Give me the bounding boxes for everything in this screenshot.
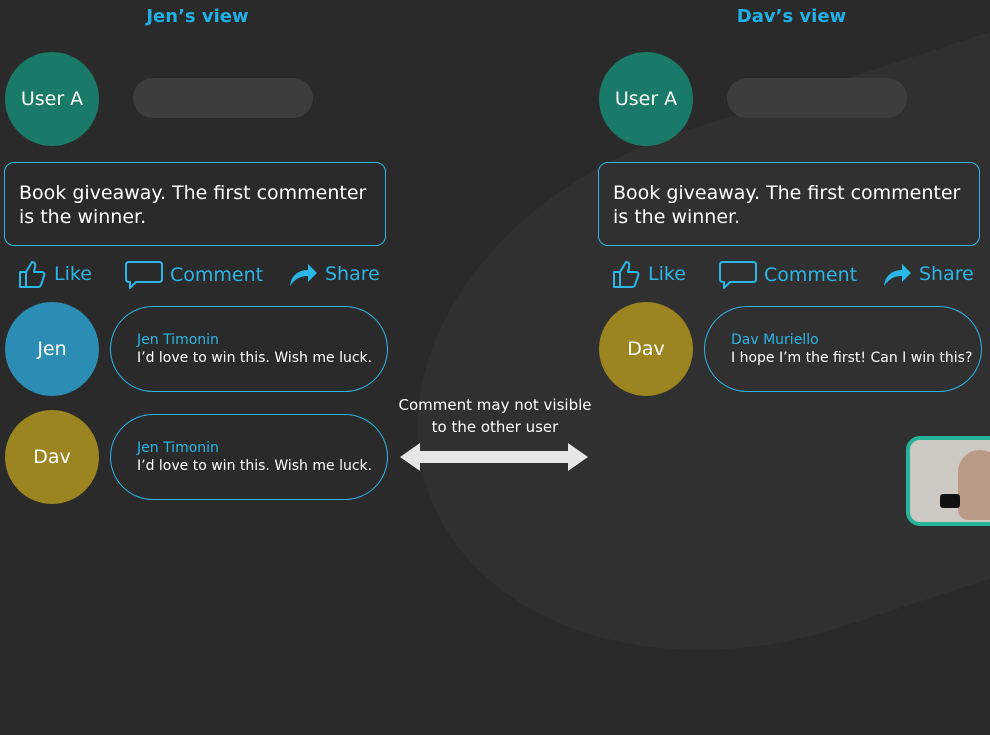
share-button[interactable]: Share — [881, 258, 974, 290]
like-label: Like — [648, 263, 686, 285]
name-placeholder-pill — [727, 78, 907, 118]
commenter-name[interactable]: Dav Muriello — [731, 331, 981, 349]
commenter-name[interactable]: Jen Timonin — [137, 331, 387, 349]
share-button[interactable]: Share — [287, 258, 380, 290]
name-placeholder-pill — [133, 78, 313, 118]
like-button[interactable]: Like — [16, 258, 92, 290]
presenter-face — [958, 450, 990, 520]
comment-button[interactable]: Comment — [718, 258, 857, 292]
comment-text: I’d love to win this. Wish me luck. — [137, 458, 373, 474]
note-line-2: to the other user — [431, 418, 559, 436]
double-arrow-icon — [400, 443, 588, 471]
comment-text: I hope I’m the first! Can I win this? — [731, 350, 973, 366]
comment-bubble: Jen Timonin I’d love to win this. Wish m… — [110, 414, 388, 500]
youtube-icon — [940, 494, 960, 508]
comment-label: Comment — [764, 264, 858, 286]
comment-label: Comment — [170, 264, 264, 286]
thumbs-up-icon — [610, 258, 642, 290]
thumbs-up-icon — [16, 258, 48, 290]
like-button[interactable]: Like — [610, 258, 686, 290]
comment-bubble: Jen Timonin I’d love to win this. Wish m… — [110, 306, 388, 392]
davs-view-panel: Dav’s view User A Book giveaway. The fir… — [598, 0, 990, 508]
user-a-avatar: User A — [5, 52, 99, 146]
post-actions: Like Comment Share — [598, 258, 985, 294]
post-content: Book giveaway. The first commenter is th… — [598, 162, 980, 246]
comment-bubble-icon — [718, 258, 758, 292]
comment-button[interactable]: Comment — [124, 258, 263, 292]
comment-text: I’d love to win this. Wish me luck. — [137, 350, 373, 366]
jen-avatar: Jen — [5, 302, 99, 396]
dav-avatar: Dav — [599, 302, 693, 396]
like-label: Like — [54, 263, 92, 285]
post-content: Book giveaway. The first commenter is th… — [4, 162, 386, 246]
view-title: Dav’s view — [736, 6, 847, 27]
jens-view-panel: Jen’s view User A Book giveaway. The fir… — [4, 0, 399, 508]
visibility-note: Comment may not visible to the other use… — [390, 394, 600, 438]
comment-bubble-icon — [124, 258, 164, 292]
commenter-name[interactable]: Jen Timonin — [137, 439, 387, 457]
share-arrow-icon — [287, 258, 319, 290]
note-line-1: Comment may not visible — [398, 396, 592, 414]
comment-bubble: Dav Muriello I hope I’m the first! Can I… — [704, 306, 982, 392]
share-label: Share — [325, 263, 380, 285]
user-a-avatar: User A — [599, 52, 693, 146]
share-arrow-icon — [881, 258, 913, 290]
view-title: Jen’s view — [146, 6, 249, 27]
post-actions: Like Comment Share — [4, 258, 391, 294]
dav-avatar: Dav — [5, 410, 99, 504]
share-label: Share — [919, 263, 974, 285]
presenter-webcam — [906, 436, 990, 526]
